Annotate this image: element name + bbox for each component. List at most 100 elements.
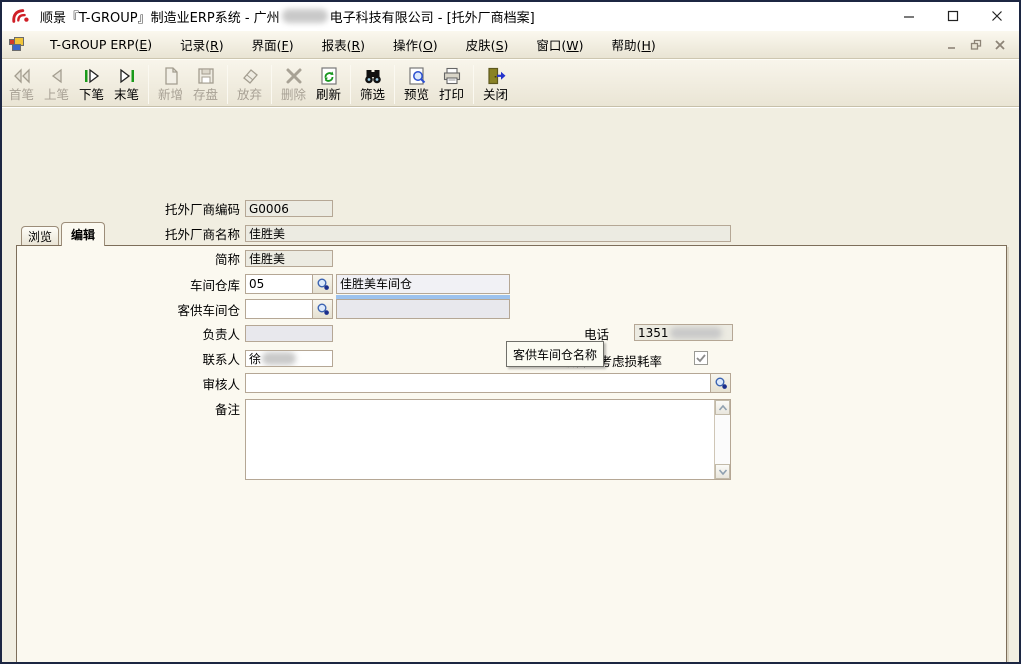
manager-field bbox=[245, 325, 333, 342]
menu-record[interactable]: 记录(R) bbox=[166, 30, 237, 59]
app-window: 顺景『T-GROUP』制造业ERP系统 - 广州 电子科技有限公司 - [托外厂… bbox=[0, 0, 1021, 664]
menu-operation[interactable]: 操作(O) bbox=[379, 30, 452, 59]
phone-field: 1351 bbox=[634, 324, 733, 341]
customer-warehouse-name-field bbox=[336, 299, 510, 319]
mdi-close-button[interactable] bbox=[991, 37, 1009, 53]
vendor-name-label: 托外厂商名称 bbox=[115, 226, 240, 243]
tab-browse[interactable]: 浏览 bbox=[21, 226, 59, 246]
loss-rate-checkbox[interactable] bbox=[694, 351, 708, 365]
abandon-button: 放弃 bbox=[232, 63, 267, 102]
tab-browse-label: 浏览 bbox=[28, 228, 52, 245]
contact-value-visible: 徐 bbox=[249, 352, 261, 366]
workshop-warehouse-label: 车间仓库 bbox=[115, 277, 240, 294]
chevron-down-icon bbox=[718, 468, 728, 476]
customer-warehouse-label: 客供车间仓 bbox=[115, 302, 240, 319]
customer-warehouse-code-input[interactable] bbox=[246, 300, 312, 318]
toolbar-separator bbox=[271, 65, 272, 104]
first-record-button: 首笔 bbox=[4, 63, 39, 102]
next-record-button[interactable]: 下笔 bbox=[74, 63, 109, 102]
reviewer-combo bbox=[245, 373, 731, 393]
maximize-icon bbox=[946, 9, 960, 23]
first-record-icon bbox=[11, 65, 33, 87]
menu-window[interactable]: 窗口(W) bbox=[522, 30, 597, 59]
remarks-memo bbox=[245, 399, 731, 480]
redacted-contact-name bbox=[262, 352, 296, 365]
menu-tgroup-erp[interactable]: T-GROUP ERP(E) bbox=[36, 32, 166, 57]
remarks-textarea[interactable] bbox=[246, 400, 714, 479]
remarks-label: 备注 bbox=[115, 401, 240, 418]
mdi-minimize-button[interactable] bbox=[943, 37, 961, 53]
menu-interface[interactable]: 界面(F) bbox=[238, 30, 308, 59]
contact-field[interactable]: 徐 bbox=[245, 350, 333, 367]
refresh-button[interactable]: 刷新 bbox=[311, 63, 346, 102]
checkmark-icon bbox=[695, 352, 707, 364]
title-bar: 顺景『T-GROUP』制造业ERP系统 - 广州 电子科技有限公司 - [托外厂… bbox=[2, 2, 1019, 30]
redacted-company-name bbox=[282, 9, 328, 23]
print-button[interactable]: 打印 bbox=[434, 63, 469, 102]
binoculars-icon bbox=[362, 65, 384, 87]
vendor-name-value: 佳胜美 bbox=[249, 227, 285, 241]
vendor-code-label: 托外厂商编码 bbox=[115, 201, 240, 218]
workshop-warehouse-name-value: 佳胜美车间仓 bbox=[340, 277, 412, 291]
toolbar: 首笔 上笔 下笔 末笔 新增 bbox=[2, 59, 1019, 107]
window-maximize-button[interactable] bbox=[931, 3, 975, 29]
toolbar-separator bbox=[350, 65, 351, 104]
short-name-value: 佳胜美 bbox=[249, 252, 285, 266]
workshop-warehouse-lookup-button[interactable] bbox=[312, 275, 332, 293]
delete-x-icon bbox=[283, 65, 305, 87]
reviewer-input[interactable] bbox=[246, 374, 710, 392]
customer-warehouse-name-tooltip: 客供车间仓名称 bbox=[506, 341, 604, 367]
vendor-name-field: 佳胜美 bbox=[245, 225, 731, 242]
workshop-warehouse-code-input[interactable] bbox=[246, 275, 312, 293]
tab-edit[interactable]: 编辑 bbox=[61, 222, 105, 246]
next-record-icon bbox=[81, 65, 103, 87]
new-document-icon bbox=[160, 65, 182, 87]
prev-record-icon bbox=[46, 65, 68, 87]
window-title: 顺景『T-GROUP』制造业ERP系统 - 广州 电子科技有限公司 - [托外厂… bbox=[40, 7, 535, 26]
manager-label: 负责人 bbox=[115, 326, 240, 343]
toolbar-separator bbox=[473, 65, 474, 104]
save-floppy-icon bbox=[195, 65, 217, 87]
contact-label: 联系人 bbox=[115, 351, 240, 368]
prev-record-button: 上笔 bbox=[39, 63, 74, 102]
mdi-child-system-icon[interactable] bbox=[9, 37, 26, 52]
close-icon bbox=[990, 9, 1004, 23]
reviewer-label: 审核人 bbox=[115, 376, 240, 393]
menu-report[interactable]: 报表(R) bbox=[308, 30, 379, 59]
vendor-code-value: G0006 bbox=[249, 202, 289, 216]
minimize-icon bbox=[902, 9, 916, 23]
menu-help[interactable]: 帮助(H) bbox=[598, 30, 670, 59]
menu-skin[interactable]: 皮肤(S) bbox=[452, 30, 523, 59]
close-form-button[interactable]: 关闭 bbox=[478, 63, 513, 102]
toolbar-separator bbox=[227, 65, 228, 104]
preview-button[interactable]: 预览 bbox=[399, 63, 434, 102]
mdi-restore-button[interactable] bbox=[967, 37, 985, 53]
window-close-button[interactable] bbox=[975, 3, 1019, 29]
scroll-down-button[interactable] bbox=[715, 464, 730, 479]
delete-button: 删除 bbox=[276, 63, 311, 102]
last-record-button[interactable]: 末笔 bbox=[109, 63, 144, 102]
window-minimize-button[interactable] bbox=[887, 3, 931, 29]
app-logo-icon bbox=[10, 7, 32, 25]
vendor-code-field: G0006 bbox=[245, 200, 333, 217]
mdi-close-icon bbox=[994, 39, 1006, 51]
short-name-field: 佳胜美 bbox=[245, 250, 333, 267]
refresh-icon bbox=[318, 65, 340, 87]
phone-value-visible: 1351 bbox=[638, 326, 669, 340]
reviewer-lookup-button[interactable] bbox=[710, 374, 730, 392]
lookup-magnifier-icon bbox=[316, 302, 330, 316]
scroll-up-button[interactable] bbox=[715, 400, 730, 415]
print-preview-icon bbox=[406, 65, 428, 87]
workshop-warehouse-name-field: 佳胜美车间仓 bbox=[336, 274, 510, 294]
menu-bar: T-GROUP ERP(E) 记录(R) 界面(F) 报表(R) 操作(O) 皮… bbox=[2, 30, 1019, 59]
customer-warehouse-lookup-button[interactable] bbox=[312, 300, 332, 318]
mdi-restore-icon bbox=[970, 39, 983, 51]
lookup-magnifier-icon bbox=[316, 277, 330, 291]
remarks-scrollbar[interactable] bbox=[714, 400, 730, 479]
tab-edit-label: 编辑 bbox=[71, 226, 95, 243]
exit-door-icon bbox=[485, 65, 507, 87]
filter-button[interactable]: 筛选 bbox=[355, 63, 390, 102]
toolbar-separator bbox=[394, 65, 395, 104]
redacted-phone-digits bbox=[670, 327, 722, 339]
customer-warehouse-combo bbox=[245, 299, 333, 319]
